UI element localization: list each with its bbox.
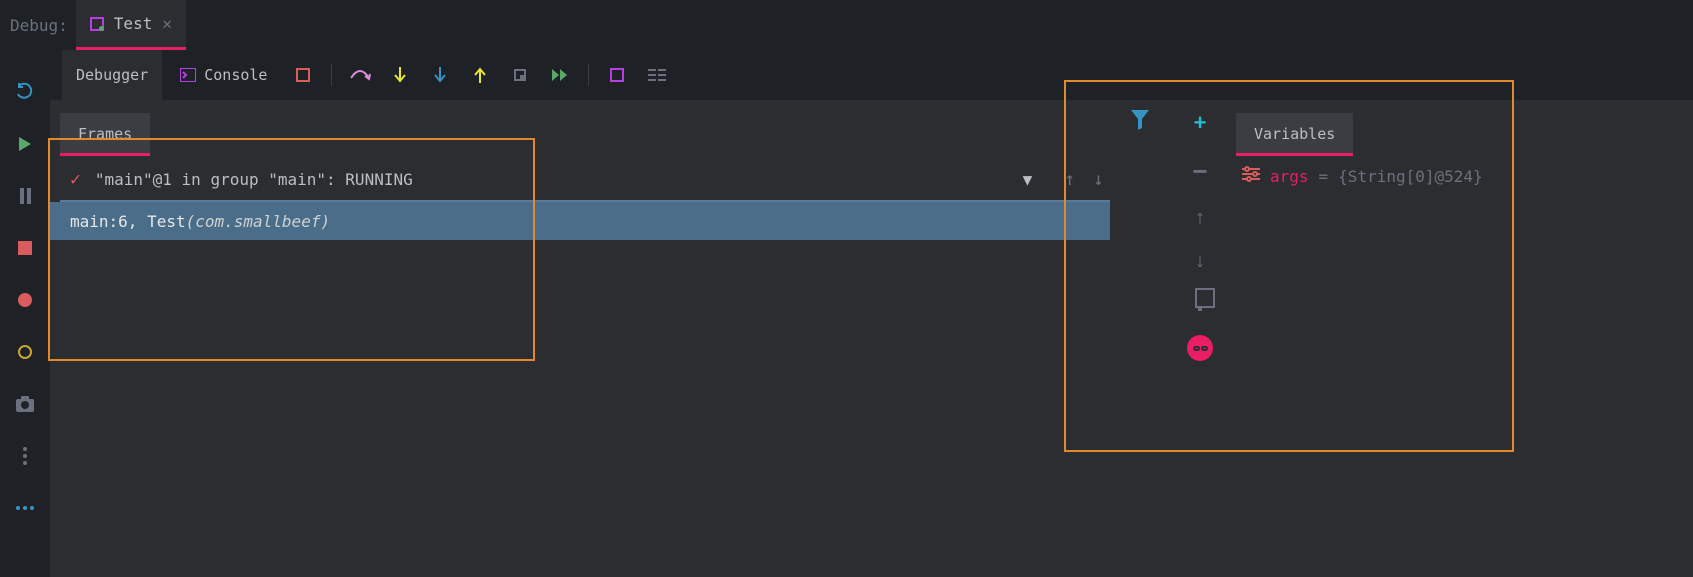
variable-name: args <box>1270 167 1309 186</box>
run-config-title: Test <box>114 14 153 33</box>
thread-selector[interactable]: ✓ "main"@1 in group "main": RUNNING ▼ ↑ … <box>50 156 1110 202</box>
variables-toolbar: + − ↑ ↓ <box>1170 100 1230 577</box>
run-config-tab[interactable]: Test ✕ <box>76 0 186 50</box>
tab-console-label: Console <box>204 66 267 84</box>
frames-side-toolbar <box>1110 100 1170 577</box>
pause-button[interactable] <box>13 184 37 208</box>
trace-button[interactable] <box>641 59 673 91</box>
variables-panel: + − ↑ ↓ Variables <box>1110 100 1693 577</box>
separator <box>588 64 589 86</box>
frame-package: (com.smallbeef) <box>186 212 331 231</box>
stop-button[interactable] <box>13 236 37 260</box>
debug-toolbar: Debugger Console <box>50 50 1693 100</box>
debug-label: Debug: <box>10 16 76 35</box>
dropdown-icon[interactable]: ▼ <box>1023 170 1033 189</box>
run-config-icon <box>90 17 104 31</box>
frames-title: Frames <box>78 125 132 143</box>
debug-left-toolbar <box>0 50 50 577</box>
variables-title: Variables <box>1254 125 1335 143</box>
frames-tab[interactable]: Frames <box>60 113 150 156</box>
duplicate-watch-button[interactable] <box>1198 293 1202 309</box>
frames-panel: Frames ✓ "main"@1 in group "main": RUNNI… <box>50 100 1110 577</box>
next-frame-button[interactable]: ↓ <box>1093 169 1104 190</box>
thread-name: "main"@1 in group "main": RUNNING <box>95 170 413 189</box>
force-step-into-button[interactable] <box>424 59 456 91</box>
move-up-button[interactable]: ↑ <box>1195 207 1205 230</box>
rerun-button[interactable] <box>13 80 37 104</box>
separator <box>331 64 332 86</box>
step-into-button[interactable] <box>384 59 416 91</box>
evaluate-button[interactable] <box>601 59 633 91</box>
more-button[interactable] <box>13 496 37 520</box>
run-to-cursor-button[interactable] <box>544 59 576 91</box>
drop-frame-button[interactable] <box>504 59 536 91</box>
frame-label: main:6, Test <box>70 212 186 231</box>
close-icon[interactable]: ✕ <box>162 14 172 33</box>
settings-button[interactable] <box>13 444 37 468</box>
resume-button[interactable] <box>13 132 37 156</box>
thread-dump-button[interactable] <box>13 392 37 416</box>
tab-debugger-label: Debugger <box>76 66 148 84</box>
step-over-button[interactable] <box>344 59 376 91</box>
show-exec-point-button[interactable] <box>287 59 319 91</box>
variable-icon <box>1242 166 1260 187</box>
stack-frame-row[interactable]: main:6, Test (com.smallbeef) <box>50 202 1110 240</box>
mute-breakpoints-button[interactable] <box>13 340 37 364</box>
move-down-button[interactable]: ↓ <box>1195 250 1205 273</box>
tool-window-header: Debug: Test ✕ <box>0 0 1693 50</box>
variables-tab[interactable]: Variables <box>1236 113 1353 156</box>
view-breakpoints-button[interactable] <box>13 288 37 312</box>
variable-row[interactable]: args = {String[0]@524} <box>1230 156 1693 187</box>
tab-debugger[interactable]: Debugger <box>62 50 162 100</box>
tab-console[interactable]: Console <box>166 50 281 100</box>
check-icon: ✓ <box>70 169 81 190</box>
divider <box>60 200 1110 202</box>
show-watches-button[interactable] <box>1187 335 1213 361</box>
variable-value: {String[0]@524} <box>1338 167 1483 186</box>
step-out-button[interactable] <box>464 59 496 91</box>
remove-watch-button[interactable]: − <box>1192 156 1207 187</box>
variable-eq: = <box>1319 167 1329 186</box>
filter-icon[interactable] <box>1131 110 1149 136</box>
new-watch-button[interactable]: + <box>1194 110 1207 136</box>
console-icon <box>180 68 196 82</box>
prev-frame-button[interactable]: ↑ <box>1064 169 1075 190</box>
